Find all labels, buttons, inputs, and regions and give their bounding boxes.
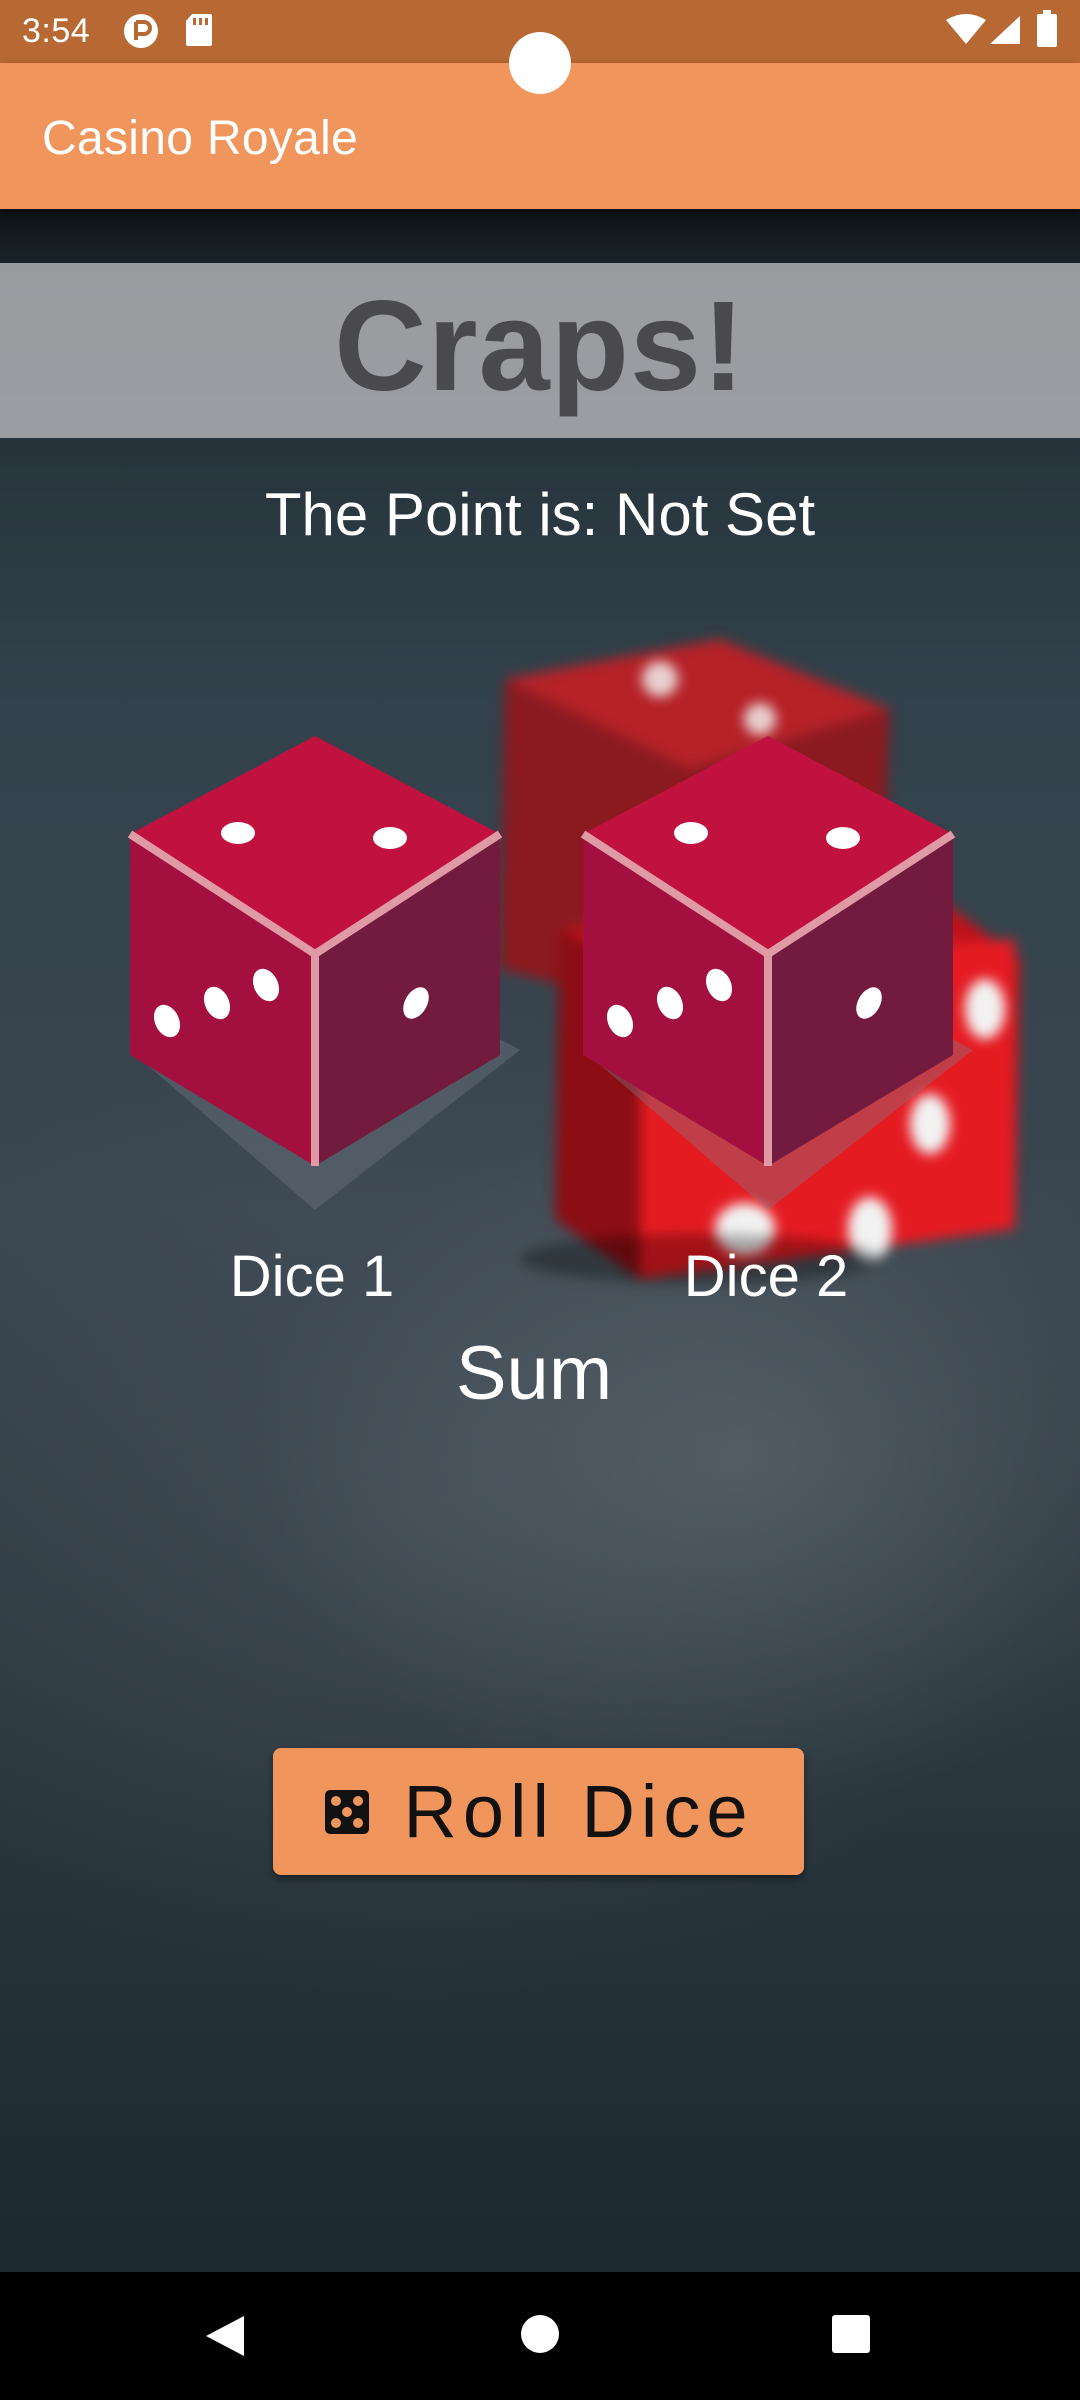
recents-icon[interactable] xyxy=(831,2314,871,2354)
battery-icon xyxy=(1037,10,1057,47)
point-status-text: The Point is: Not Set xyxy=(264,481,816,548)
signal-icon xyxy=(990,16,1020,44)
dice-2-label: Dice 2 xyxy=(683,1244,849,1309)
game-title: Craps! xyxy=(334,274,746,418)
status-time: 3:54 xyxy=(22,12,91,50)
camera-cutout xyxy=(509,32,571,94)
dice-1-label: Dice 1 xyxy=(229,1244,395,1309)
roll-dice-button[interactable]: Roll Dice xyxy=(273,1748,804,1875)
wifi-icon xyxy=(946,14,986,44)
data-saver-icon xyxy=(124,14,158,48)
back-icon[interactable] xyxy=(204,2314,246,2358)
dice-2-image[interactable] xyxy=(553,730,983,1215)
navigation-bar xyxy=(0,2272,1080,2400)
home-icon[interactable] xyxy=(520,2314,560,2354)
screen: 3:54 Casino Royale Craps! The Point is: … xyxy=(0,0,1080,2400)
sd-card-icon xyxy=(186,14,212,46)
roll-dice-label: Roll Dice xyxy=(403,1770,754,1853)
dice-1-image[interactable] xyxy=(100,730,530,1215)
title-banner: Craps! xyxy=(0,263,1080,438)
dice-icon xyxy=(325,1789,370,1834)
sum-label: Sum xyxy=(455,1331,613,1416)
app-title: Casino Royale xyxy=(42,112,359,165)
